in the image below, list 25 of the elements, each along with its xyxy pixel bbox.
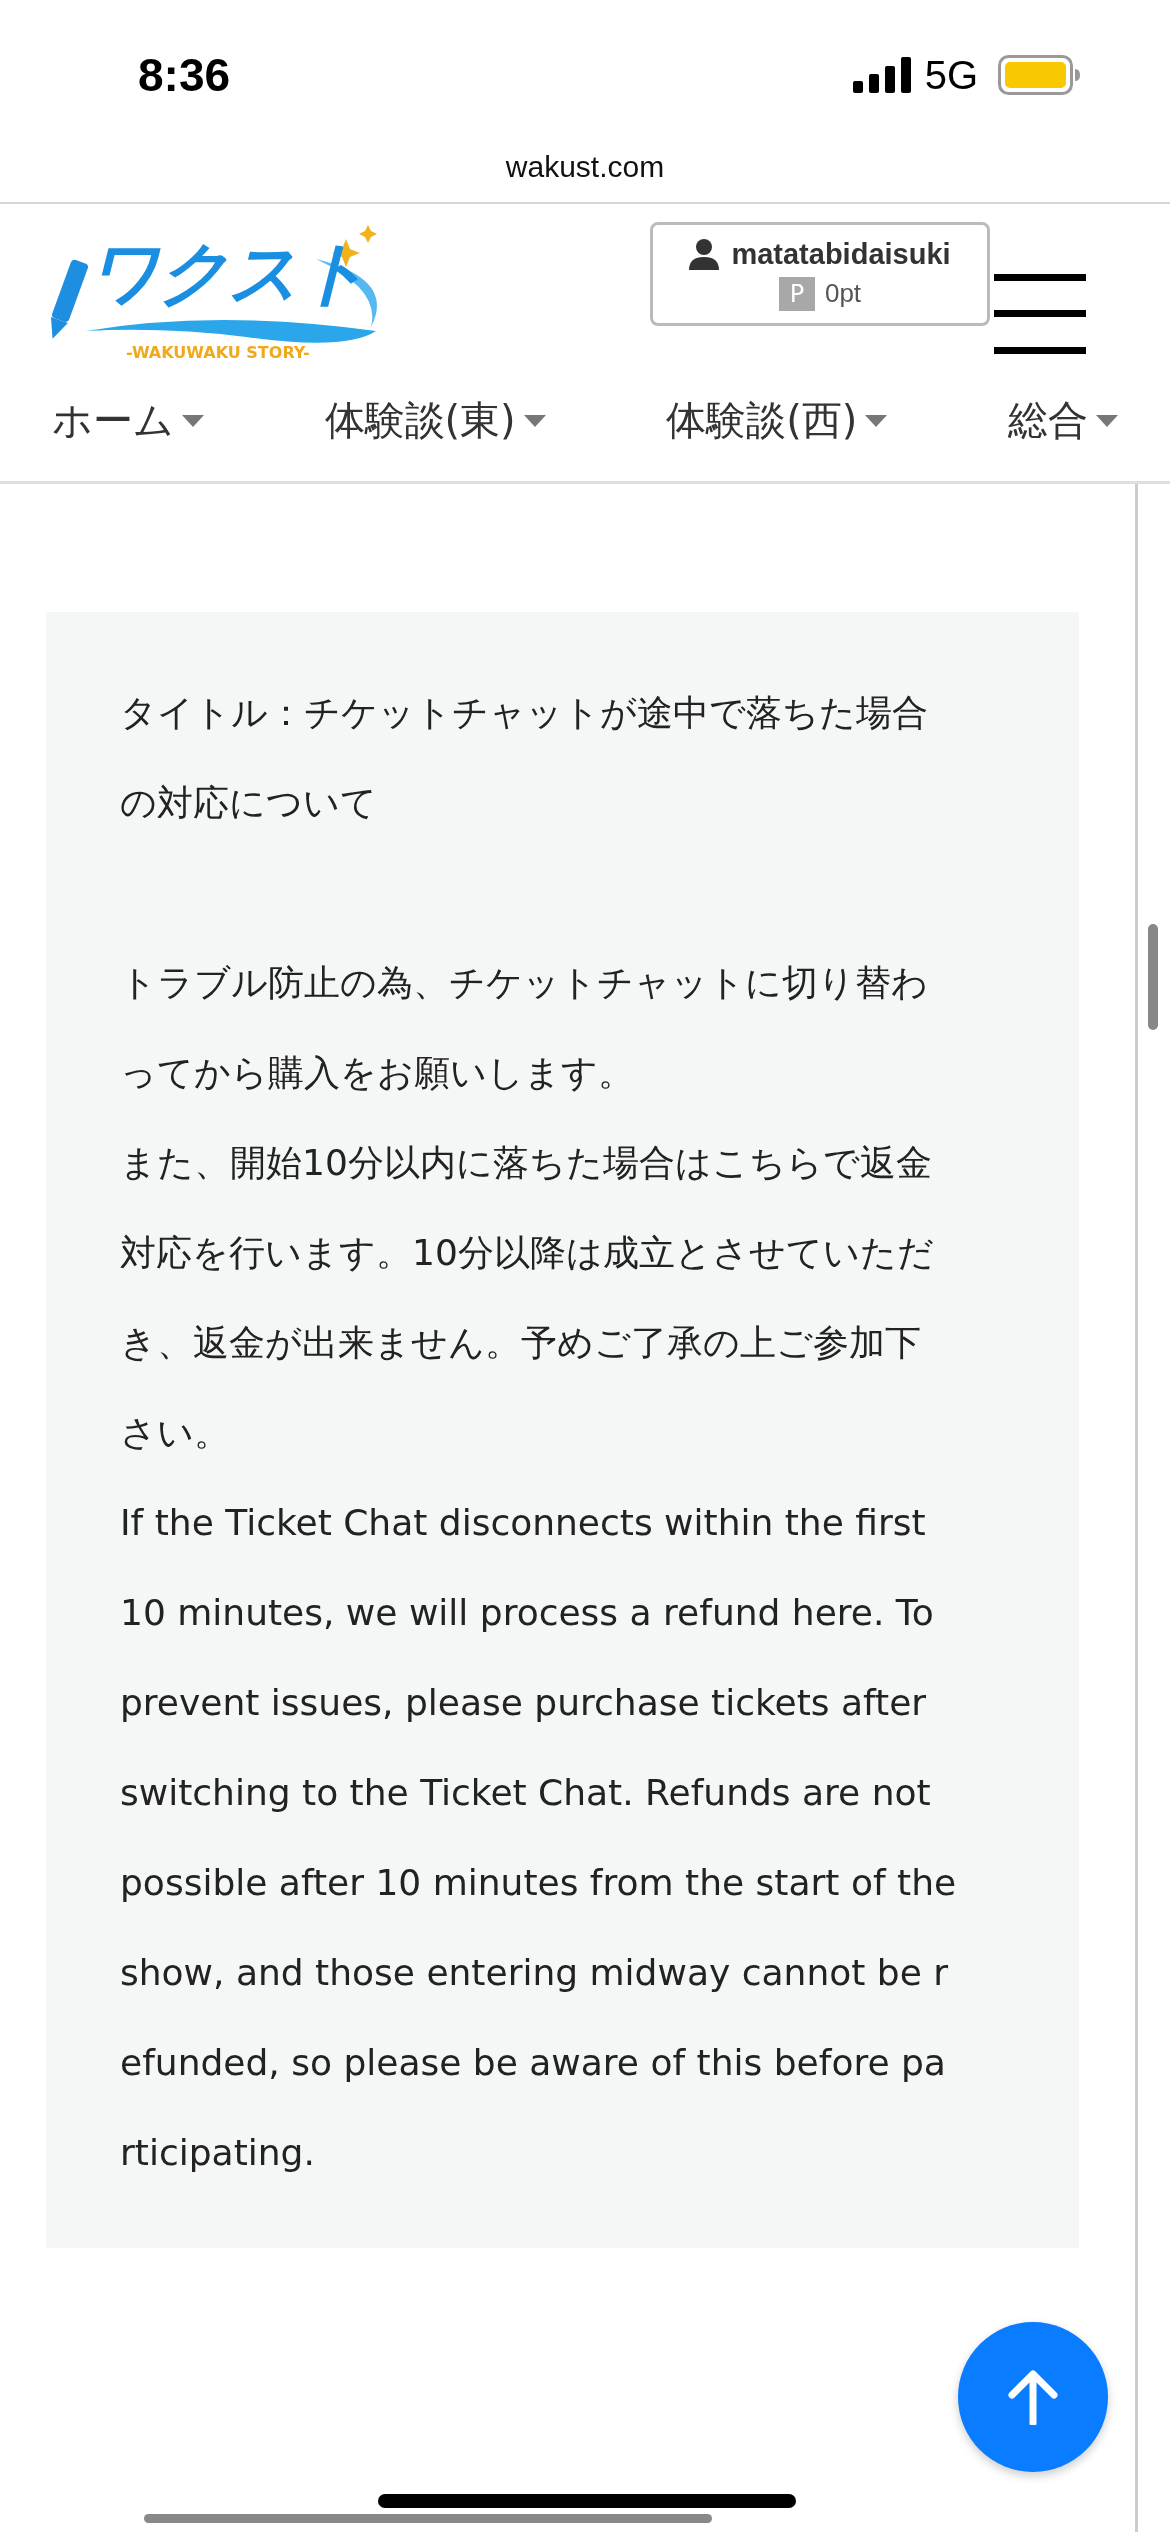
signal-icon — [852, 57, 911, 93]
caret-icon — [523, 414, 546, 427]
username: matatabidaisuki — [731, 237, 951, 271]
battery-icon — [998, 55, 1080, 95]
network-label: 5G — [924, 52, 978, 98]
nav-menu-item[interactable]: 体験談(東) — [324, 393, 546, 448]
nav-menu-item[interactable]: 総合 — [1008, 393, 1118, 448]
nav-menu-item[interactable]: 体験談(西) — [666, 393, 888, 448]
user-card[interactable]: matatabidaisuki P 0pt — [650, 222, 990, 326]
arrow-up-icon — [1008, 2369, 1058, 2425]
notice-paragraph: また、開始10分以内に落ちた場合はこちらで返金 対応を行います。10分以降は成立とさせていただ き、返金が出来ません。予めご了承の上ご参加下 さい。 — [120, 1141, 935, 1455]
caret-icon — [865, 414, 888, 427]
caret-icon — [1096, 414, 1118, 427]
menu-icon[interactable] — [994, 274, 1086, 354]
notice-paragraph: If the Ticket Chat disconnects within the first 10 minutes, we will process a refund here. To prevent issues, please purchase tickets after switching to the Ticket Chat. Refunds are not possible after 10 minutes from the start of the show, and those entering midway cannot be r efunded, so please be aware of this before pa rticipating. — [120, 1501, 958, 2175]
notice-title: タイトル：チケットチャットが途中で落ちた場合 の対応について — [120, 691, 929, 825]
url-label[interactable]: wakust.com — [505, 150, 665, 184]
user-icon — [689, 238, 720, 270]
nav-menu-item[interactable]: ホーム — [52, 393, 204, 448]
points-value: 0pt — [824, 278, 862, 309]
scrollbar-thumb[interactable] — [1148, 924, 1159, 1030]
status-time: 8:36 — [138, 48, 231, 102]
points-badge: P — [778, 276, 815, 311]
notice-paragraph: トラブル防止の為、チケットチャットに切り替わ ってから購入をお願いします。 — [120, 961, 929, 1095]
caret-icon — [182, 414, 204, 427]
